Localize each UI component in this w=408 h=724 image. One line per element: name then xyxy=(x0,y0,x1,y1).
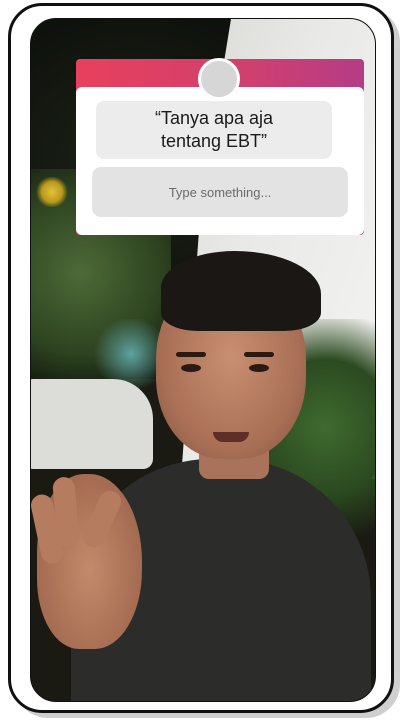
mouth xyxy=(213,432,249,442)
white-chair xyxy=(31,379,153,469)
right-eye xyxy=(249,364,269,372)
story-screen: “Tanya apa aja tentang EBT” xyxy=(30,18,376,702)
left-eye xyxy=(181,364,201,372)
question-sticker[interactable]: “Tanya apa aja tentang EBT” xyxy=(76,58,364,235)
question-text: “Tanya apa aja tentang EBT” xyxy=(154,108,274,151)
question-sticker-card: “Tanya apa aja tentang EBT” xyxy=(76,87,364,235)
profile-avatar-icon xyxy=(198,58,240,100)
left-eyebrow xyxy=(176,352,206,357)
right-eyebrow xyxy=(244,352,274,357)
question-box: “Tanya apa aja tentang EBT” xyxy=(96,101,332,159)
answer-input[interactable] xyxy=(92,167,348,217)
yellow-flowers xyxy=(35,177,69,207)
